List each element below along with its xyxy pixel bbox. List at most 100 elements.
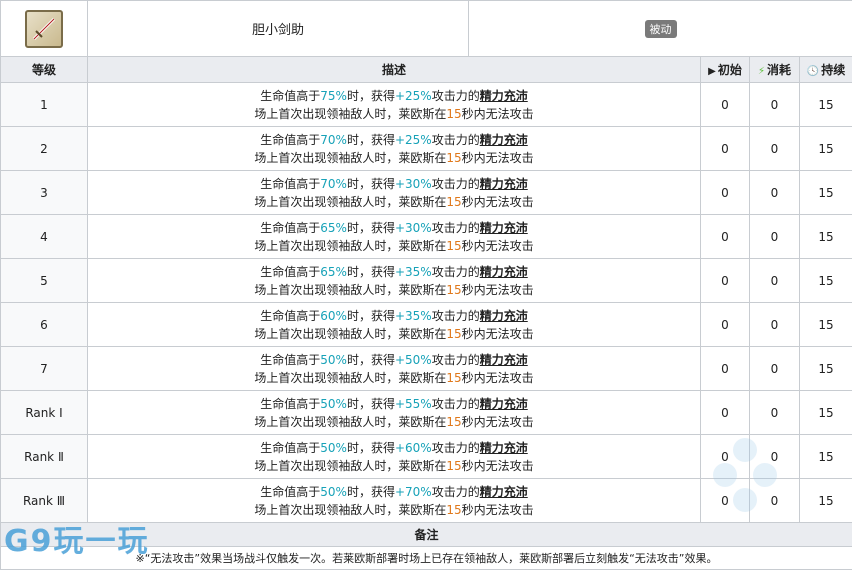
duration-cell: 15 — [799, 82, 852, 127]
initial-cell: 0 — [700, 302, 750, 347]
keyword-link[interactable]: 精力充沛 — [480, 265, 528, 279]
desc-line-1: 生命值高于50%时，获得+50%攻击力的精力充沛 — [260, 352, 528, 367]
desc-line-1: 生命值高于50%时，获得+60%攻击力的精力充沛 — [260, 440, 528, 455]
description-cell: 生命值高于50%时，获得+50%攻击力的精力充沛 场上首次出现领袖敌人时，莱欧斯在… — [87, 346, 701, 391]
cost-cell: 0 — [749, 258, 800, 303]
col-level: 等级 — [0, 56, 88, 83]
col-duration: 🕓 持续 — [799, 56, 852, 83]
desc-line-2: 场上首次出现领袖敌人时，莱欧斯在15秒内无法攻击 — [254, 458, 534, 473]
desc-line-1: 生命值高于70%时，获得+25%攻击力的精力充沛 — [260, 132, 528, 147]
desc-line-2: 场上首次出现领袖敌人时，莱欧斯在15秒内无法攻击 — [254, 150, 534, 165]
level-cell: Rank Ⅱ — [0, 434, 88, 479]
duration-cell: 15 — [799, 258, 852, 303]
description-cell: 生命值高于75%时，获得+25%攻击力的精力充沛 场上首次出现领袖敌人时，莱欧斯在… — [87, 82, 701, 127]
cost-cell: 0 — [749, 126, 800, 171]
duration-cell: 15 — [799, 126, 852, 171]
desc-line-2: 场上首次出现领袖敌人时，莱欧斯在15秒内无法攻击 — [254, 194, 534, 209]
lightning-icon: ⚡ — [757, 66, 765, 77]
cost-cell: 0 — [749, 214, 800, 259]
keyword-link[interactable]: 精力充沛 — [480, 441, 528, 455]
cost-cell: 0 — [749, 82, 800, 127]
desc-line-2: 场上首次出现领袖敌人时，莱欧斯在15秒内无法攻击 — [254, 414, 534, 429]
table-row: 6 生命值高于60%时，获得+35%攻击力的精力充沛 场上首次出现领袖敌人时，莱欧斯… — [0, 302, 852, 347]
level-cell: 7 — [0, 346, 88, 391]
desc-line-1: 生命值高于50%时，获得+70%攻击力的精力充沛 — [260, 484, 528, 499]
table-row: 5 生命值高于65%时，获得+35%攻击力的精力充沛 场上首次出现领袖敌人时，莱欧斯… — [0, 258, 852, 303]
description-cell: 生命值高于50%时，获得+70%攻击力的精力充沛 场上首次出现领袖敌人时，莱欧斯在… — [87, 478, 701, 523]
keyword-link[interactable]: 精力充沛 — [480, 89, 528, 103]
keyword-link[interactable]: 精力充沛 — [480, 353, 528, 367]
initial-cell: 0 — [700, 82, 750, 127]
clock-icon: 🕓 — [806, 66, 820, 77]
cost-cell: 0 — [749, 390, 800, 435]
desc-line-1: 生命值高于50%时，获得+55%攻击力的精力充沛 — [260, 396, 528, 411]
table-row: Rank Ⅰ 生命值高于50%时，获得+55%攻击力的精力充沛 场上首次出现领袖敌人… — [0, 390, 852, 435]
duration-cell: 15 — [799, 302, 852, 347]
initial-cell: 0 — [700, 258, 750, 303]
col-description: 描述 — [87, 56, 701, 83]
keyword-link[interactable]: 精力充沛 — [480, 177, 528, 191]
duration-cell: 15 — [799, 390, 852, 435]
table-row: 7 生命值高于50%时，获得+50%攻击力的精力充沛 场上首次出现领袖敌人时，莱欧斯… — [0, 346, 852, 391]
initial-cell: 0 — [700, 346, 750, 391]
desc-line-1: 生命值高于75%时，获得+25%攻击力的精力充沛 — [260, 88, 528, 103]
desc-line-2: 场上首次出现领袖敌人时，莱欧斯在15秒内无法攻击 — [254, 326, 534, 341]
table-row: 3 生命值高于70%时，获得+30%攻击力的精力充沛 场上首次出现领袖敌人时，莱欧斯… — [0, 170, 852, 215]
col-cost: ⚡ 消耗 — [749, 56, 800, 83]
initial-cell: 0 — [700, 214, 750, 259]
desc-line-2: 场上首次出现领袖敌人时，莱欧斯在15秒内无法攻击 — [254, 282, 534, 297]
description-cell: 生命值高于50%时，获得+60%攻击力的精力充沛 场上首次出现领袖敌人时，莱欧斯在… — [87, 434, 701, 479]
level-cell: 1 — [0, 82, 88, 127]
duration-cell: 15 — [799, 170, 852, 215]
passive-badge: 被动 — [644, 19, 677, 38]
level-cell: 4 — [0, 214, 88, 259]
desc-line-2: 场上首次出现领袖敌人时，莱欧斯在15秒内无法攻击 — [254, 502, 534, 517]
table-row: 1 生命值高于75%时，获得+25%攻击力的精力充沛 场上首次出现领袖敌人时，莱欧斯… — [0, 82, 852, 127]
desc-line-2: 场上首次出现领袖敌人时，莱欧斯在15秒内无法攻击 — [254, 238, 534, 253]
skill-name-cell: 胆小剑助 — [87, 0, 469, 57]
initial-cell: 0 — [700, 126, 750, 171]
desc-line-1: 生命值高于60%时，获得+35%攻击力的精力充沛 — [260, 308, 528, 323]
table-row: 2 生命值高于70%时，获得+25%攻击力的精力充沛 场上首次出现领袖敌人时，莱欧斯… — [0, 126, 852, 171]
desc-line-1: 生命值高于65%时，获得+35%攻击力的精力充沛 — [260, 264, 528, 279]
description-cell: 生命值高于65%时，获得+35%攻击力的精力充沛 场上首次出现领袖敌人时，莱欧斯在… — [87, 258, 701, 303]
desc-line-1: 生命值高于65%时，获得+30%攻击力的精力充沛 — [260, 220, 528, 235]
cost-cell: 0 — [749, 302, 800, 347]
skill-icon-cell — [0, 0, 88, 57]
cost-cell: 0 — [749, 170, 800, 215]
initial-cell: 0 — [700, 390, 750, 435]
watermark-icon — [713, 438, 777, 512]
duration-cell: 15 — [799, 478, 852, 523]
level-cell: 3 — [0, 170, 88, 215]
table-row: 4 生命值高于65%时，获得+30%攻击力的精力充沛 场上首次出现领袖敌人时，莱欧斯… — [0, 214, 852, 259]
skill-type-cell: 被动 — [468, 0, 852, 57]
description-cell: 生命值高于70%时，获得+30%攻击力的精力充沛 场上首次出现领袖敌人时，莱欧斯在… — [87, 170, 701, 215]
keyword-link[interactable]: 精力充沛 — [480, 133, 528, 147]
skill-header-row: 胆小剑助 被动 — [0, 0, 852, 57]
col-initial: ▶ 初始 — [700, 56, 750, 83]
column-header-row: 等级 描述 ▶ 初始 ⚡ 消耗 🕓 持续 — [0, 56, 852, 83]
desc-line-2: 场上首次出现领袖敌人时，莱欧斯在15秒内无法攻击 — [254, 370, 534, 385]
sword-icon — [25, 9, 63, 48]
keyword-link[interactable]: 精力充沛 — [480, 309, 528, 323]
desc-line-2: 场上首次出现领袖敌人时，莱欧斯在15秒内无法攻击 — [254, 106, 534, 121]
level-cell: 2 — [0, 126, 88, 171]
keyword-link[interactable]: 精力充沛 — [480, 485, 528, 499]
description-cell: 生命值高于60%时，获得+35%攻击力的精力充沛 场上首次出现领袖敌人时，莱欧斯在… — [87, 302, 701, 347]
duration-cell: 15 — [799, 346, 852, 391]
description-cell: 生命值高于50%时，获得+55%攻击力的精力充沛 场上首次出现领袖敌人时，莱欧斯在… — [87, 390, 701, 435]
skill-name: 胆小剑助 — [251, 23, 304, 38]
description-cell: 生命值高于65%时，获得+30%攻击力的精力充沛 场上首次出现领袖敌人时，莱欧斯在… — [87, 214, 701, 259]
play-icon: ▶ — [708, 66, 716, 77]
duration-cell: 15 — [799, 214, 852, 259]
desc-line-1: 生命值高于70%时，获得+30%攻击力的精力充沛 — [260, 176, 528, 191]
keyword-link[interactable]: 精力充沛 — [480, 221, 528, 235]
keyword-link[interactable]: 精力充沛 — [480, 397, 528, 411]
cost-cell: 0 — [749, 346, 800, 391]
watermark-logo: G9玩一玩 — [4, 524, 150, 559]
duration-cell: 15 — [799, 434, 852, 479]
description-cell: 生命值高于70%时，获得+25%攻击力的精力充沛 场上首次出现领袖敌人时，莱欧斯在… — [87, 126, 701, 171]
level-cell: 5 — [0, 258, 88, 303]
level-cell: 6 — [0, 302, 88, 347]
initial-cell: 0 — [700, 170, 750, 215]
